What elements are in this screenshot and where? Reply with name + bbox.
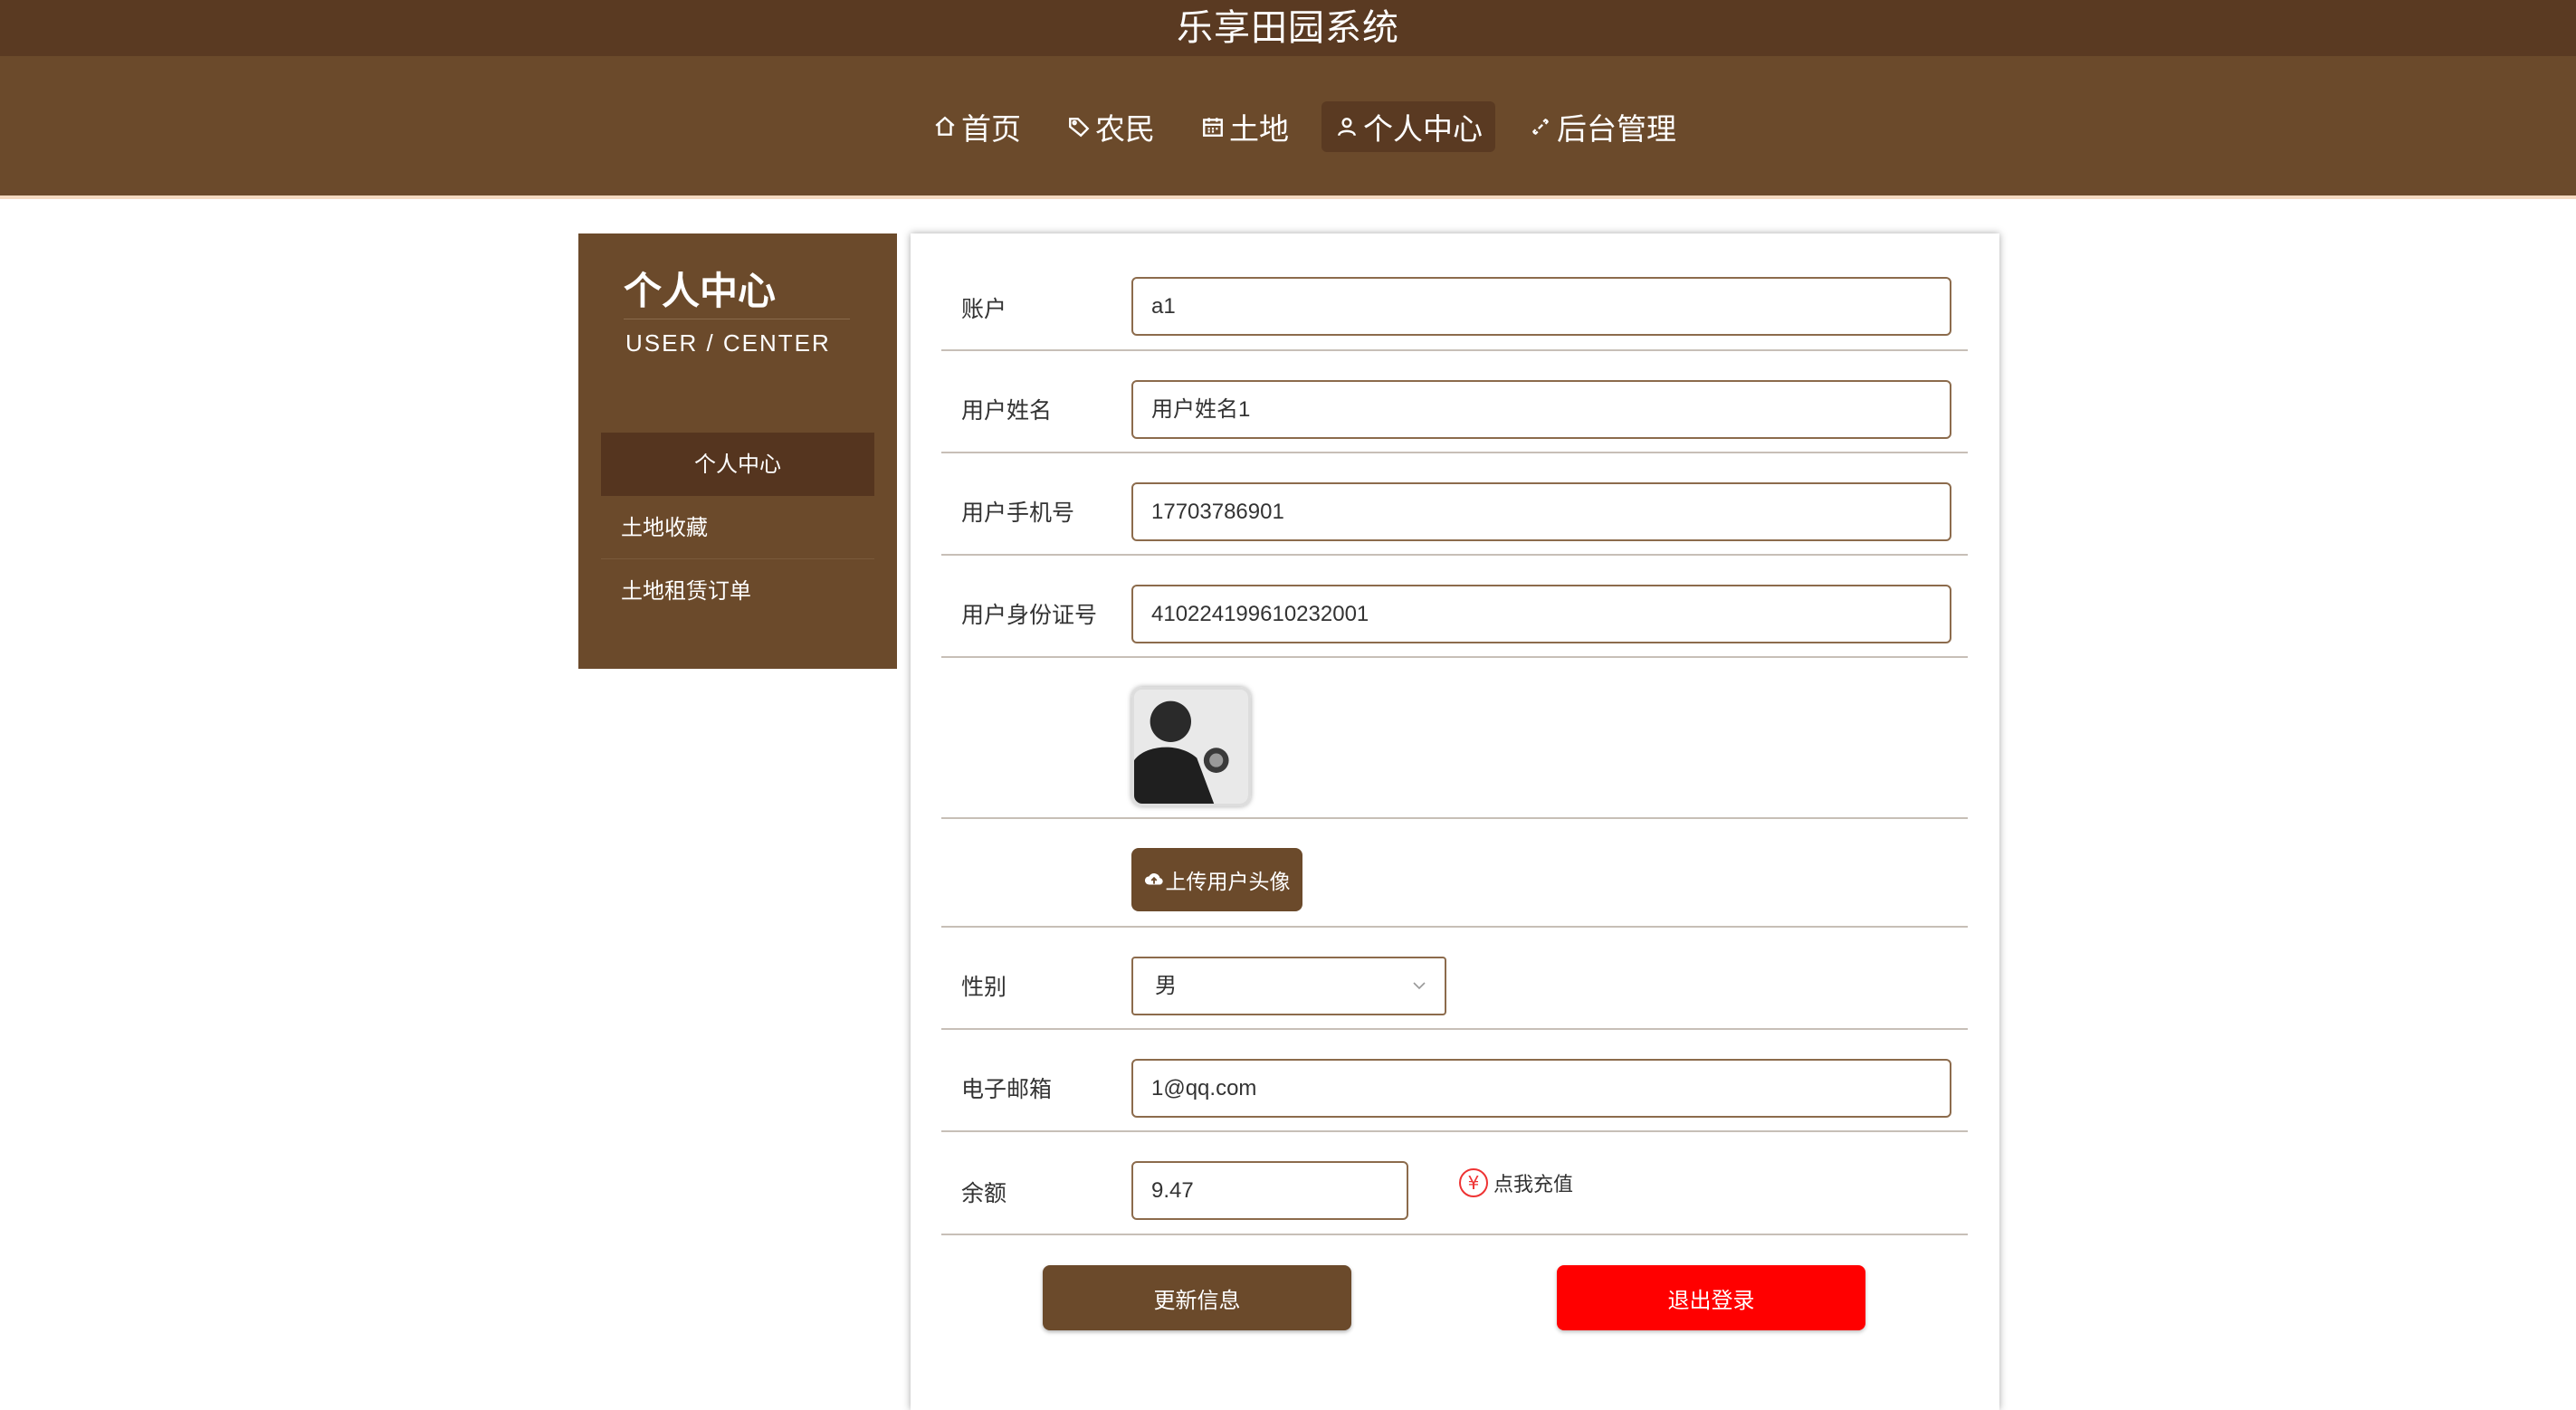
app-title: 乐享田园系统 <box>0 0 2576 56</box>
form-row-upload: 上传用户头像 <box>941 819 1968 928</box>
sidebar: 个人中心 USER / CENTER 个人中心 土地收藏 土地租赁订单 <box>578 233 897 669</box>
gender-select[interactable]: 男 <box>1131 957 1446 1015</box>
sidebar-menu: 个人中心 土地收藏 土地租赁订单 <box>601 433 874 623</box>
form-row-email: 电子邮箱 1@qq.com <box>941 1030 1968 1132</box>
email-label: 电子邮箱 <box>961 1076 1053 1102</box>
form-row-gender: 性别 男 <box>941 928 1968 1030</box>
logout-button[interactable]: 退出登录 <box>1557 1265 1865 1330</box>
sidebar-item-land-favorites[interactable]: 土地收藏 <box>601 496 874 559</box>
nav-item-home[interactable]: 首页 <box>920 101 1034 152</box>
balance-label: 余额 <box>961 1180 1007 1206</box>
form-row-name: 用户姓名 用户姓名1 <box>941 351 1968 453</box>
yuan-icon: ¥ <box>1459 1168 1488 1197</box>
main-nav: 首页 农民 土地 个人中心 后台管理 <box>920 101 1689 152</box>
name-label: 用户姓名 <box>961 397 1053 424</box>
phone-label: 用户手机号 <box>961 500 1075 526</box>
nav-item-user-center[interactable]: 个人中心 <box>1321 101 1495 152</box>
chevron-down-icon <box>1413 982 1426 990</box>
name-field[interactable]: 用户姓名1 <box>1131 380 1951 439</box>
avatar <box>1131 687 1251 806</box>
email-field[interactable]: 1@qq.com <box>1131 1059 1951 1118</box>
form-row-account: 账户 a1 <box>941 233 1968 351</box>
nav-item-label: 土地 <box>1229 111 1289 147</box>
account-field[interactable]: a1 <box>1131 277 1951 336</box>
profile-form-panel: 账户 a1 用户姓名 用户姓名1 用户手机号 17703786901 用户身份证… <box>911 233 1999 1410</box>
form-row-avatar <box>941 658 1968 819</box>
home-icon <box>932 114 958 139</box>
nav-item-admin[interactable]: 后台管理 <box>1515 101 1689 152</box>
calendar-icon <box>1200 114 1226 139</box>
avatar-image <box>1134 690 1248 804</box>
nav-item-land[interactable]: 土地 <box>1188 101 1302 152</box>
sidebar-subtitle: USER / CENTER <box>625 329 831 357</box>
sidebar-title: 个人中心 <box>624 269 777 313</box>
upload-avatar-label: 上传用户头像 <box>1165 871 1291 894</box>
gender-label: 性别 <box>961 974 1007 1000</box>
nav-item-label: 首页 <box>961 111 1021 147</box>
link-icon <box>1528 114 1553 139</box>
sidebar-item-land-orders[interactable]: 土地租赁订单 <box>601 559 874 623</box>
account-label: 账户 <box>961 296 1007 322</box>
nav-item-label: 农民 <box>1095 111 1155 147</box>
phone-field[interactable]: 17703786901 <box>1131 482 1951 541</box>
form-row-phone: 用户手机号 17703786901 <box>941 453 1968 556</box>
balance-field: 9.47 <box>1131 1161 1408 1220</box>
recharge-link[interactable]: ¥ 点我充值 <box>1459 1168 1573 1197</box>
upload-avatar-button[interactable]: 上传用户头像 <box>1131 848 1302 911</box>
gender-value: 男 <box>1155 973 1177 998</box>
user-icon <box>1334 114 1360 139</box>
nav-item-label: 后台管理 <box>1557 111 1676 147</box>
nav-item-farmers[interactable]: 农民 <box>1054 101 1168 152</box>
update-info-button[interactable]: 更新信息 <box>1043 1265 1351 1330</box>
recharge-label: 点我充值 <box>1493 1174 1574 1196</box>
form-row-balance: 余额 9.47 ¥ 点我充值 <box>941 1132 1968 1235</box>
nav-item-label: 个人中心 <box>1363 111 1483 147</box>
nav-bar: 首页 农民 土地 个人中心 后台管理 <box>0 56 2576 199</box>
form-row-idcard: 用户身份证号 410224199610232001 <box>941 556 1968 658</box>
sidebar-item-user-center[interactable]: 个人中心 <box>601 433 874 496</box>
idcard-label: 用户身份证号 <box>961 602 1098 628</box>
idcard-field[interactable]: 410224199610232001 <box>1131 585 1951 643</box>
cloud-upload-icon <box>1144 870 1164 890</box>
tag-icon <box>1066 114 1092 139</box>
